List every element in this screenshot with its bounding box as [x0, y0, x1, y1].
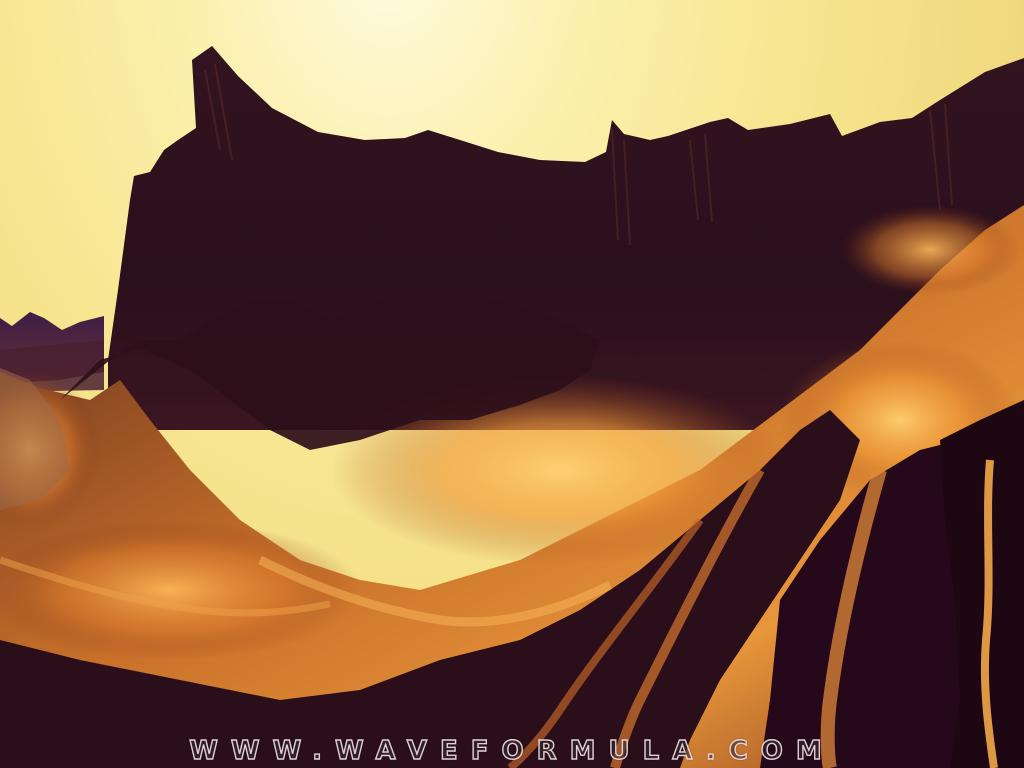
landscape-scene: www.waveformula.com: [0, 0, 1024, 768]
watermark-text: www.waveformula.com: [189, 735, 835, 766]
terrain-illustration: [0, 46, 1024, 768]
glow-upper-right: [840, 205, 1020, 295]
